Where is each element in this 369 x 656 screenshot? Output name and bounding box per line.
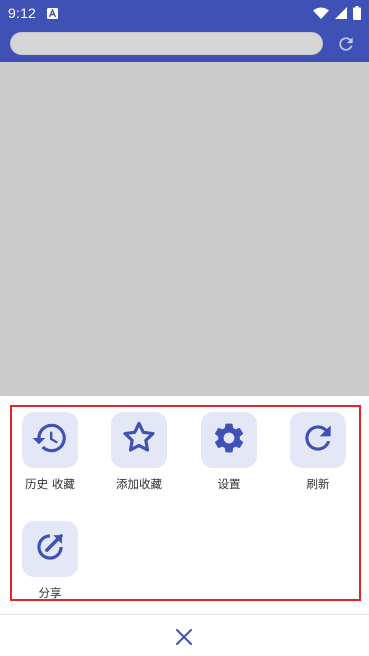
close-icon[interactable] [172, 625, 196, 649]
a-notification-icon [46, 7, 58, 19]
battery-icon [353, 6, 361, 20]
menu-item-label: 添加收藏 [116, 477, 162, 491]
cell-signal-icon [335, 7, 347, 19]
menu-item-label: 历史 收藏 [25, 477, 75, 491]
menu-sheet: 历史 收藏 添加收藏 设置 刷新 分享 [0, 396, 369, 614]
menu-item-settings[interactable]: 设置 [189, 412, 269, 492]
status-icons [313, 6, 361, 20]
menu-tile[interactable] [111, 412, 167, 468]
refresh-icon [299, 419, 337, 461]
menu-item-history[interactable]: 历史 收藏 [10, 412, 90, 492]
menu-item-share[interactable]: 分享 [10, 521, 90, 601]
menu-tile[interactable] [22, 521, 78, 577]
menu-tile[interactable] [201, 412, 257, 468]
refresh-icon[interactable] [334, 32, 358, 56]
menu-item-refresh[interactable]: 刷新 [278, 412, 358, 492]
menu-tile[interactable] [290, 412, 346, 468]
menu-tile[interactable] [22, 412, 78, 468]
web-content-area[interactable] [0, 62, 369, 396]
menu-item-label: 分享 [38, 586, 62, 600]
gear-icon [211, 420, 247, 460]
menu-item-label: 设置 [217, 477, 241, 491]
bottom-bar [0, 615, 369, 656]
browser-toolbar [0, 26, 369, 62]
url-input[interactable] [10, 32, 323, 55]
menu-item-label: 刷新 [306, 477, 330, 491]
share-icon [31, 528, 69, 570]
wifi-icon [313, 7, 329, 19]
status-time: 9:12 [8, 5, 37, 21]
status-bar: 9:12 [0, 0, 369, 26]
menu-item-add-bookmark[interactable]: 添加收藏 [99, 412, 179, 492]
history-icon [31, 419, 69, 461]
star-icon [120, 419, 158, 461]
